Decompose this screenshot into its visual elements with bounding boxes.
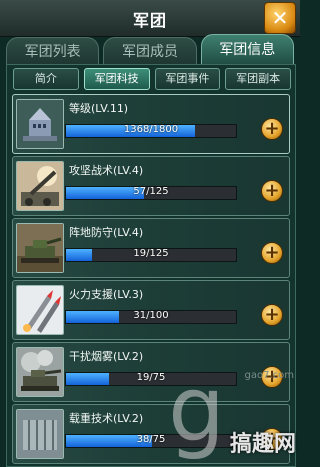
upgrade-plus-button[interactable]: + xyxy=(261,304,283,326)
missile-icon xyxy=(16,285,64,335)
watermark-glyph: g xyxy=(168,357,226,462)
tech-label: 攻坚战术(LV.4) xyxy=(69,164,144,177)
cargo-container-icon xyxy=(16,409,64,459)
tech-label: 载重技术(LV.2) xyxy=(69,412,144,425)
artillery-icon xyxy=(16,161,64,211)
sub-tabs: 简介 军团科技 军团事件 军团副本 xyxy=(13,68,291,90)
tech-label: 等级(LV.11) xyxy=(69,102,129,115)
tech-item-siege-tactics[interactable]: 攻坚战术(LV.4) 57/125 + xyxy=(12,156,290,216)
tab-legion-members[interactable]: 军团成员 xyxy=(103,37,197,66)
progress-bar: 1368/1800 xyxy=(65,124,237,138)
subtab-legion-tech[interactable]: 军团科技 xyxy=(83,68,150,90)
fortified-tank-icon xyxy=(16,223,64,273)
upgrade-plus-button[interactable]: + xyxy=(261,118,283,140)
tech-label: 干扰烟雾(LV.2) xyxy=(69,350,144,363)
tech-item-position-defense[interactable]: 阵地防守(LV.4) 19/125 + xyxy=(12,218,290,278)
progress-text: 1368/1800 xyxy=(123,124,179,135)
watermark-brand: 搞趣网 xyxy=(229,432,296,457)
legion-info-panel: 简介 军团科技 军团事件 军团副本 等级(LV.11) 1368/1800 + … xyxy=(6,64,296,467)
progress-text: 57/125 xyxy=(133,186,169,197)
subtab-intro[interactable]: 简介 xyxy=(13,68,79,90)
tab-legion-list[interactable]: 军团列表 xyxy=(6,37,100,66)
window-title: 军团 xyxy=(132,11,167,30)
headquarters-icon xyxy=(16,99,64,149)
close-icon: ✕ xyxy=(271,6,289,30)
main-tabs: 军团列表 军团成员 军团信息 xyxy=(6,34,294,66)
subtab-legion-events[interactable]: 军团事件 xyxy=(154,68,221,90)
close-button[interactable]: ✕ xyxy=(264,2,296,34)
progress-bar: 31/100 xyxy=(65,310,237,324)
progress-bar: 19/125 xyxy=(65,248,237,262)
tab-legion-info[interactable]: 军团信息 xyxy=(200,34,294,66)
tech-label: 火力支援(LV.3) xyxy=(69,288,144,301)
progress-bar: 57/125 xyxy=(65,186,237,200)
smoke-tank-icon xyxy=(16,347,64,397)
tech-item-fire-support[interactable]: 火力支援(LV.3) 31/100 + xyxy=(12,280,290,340)
tech-label: 阵地防守(LV.4) xyxy=(69,226,144,239)
progress-text: 31/100 xyxy=(133,310,169,321)
progress-text: 19/125 xyxy=(133,248,169,259)
title-bar: 军团 ✕ xyxy=(0,0,300,37)
watermark-site: gao7.com xyxy=(244,370,295,381)
upgrade-plus-button[interactable]: + xyxy=(261,242,283,264)
subtab-legion-dungeon[interactable]: 军团副本 xyxy=(225,68,291,90)
upgrade-plus-button[interactable]: + xyxy=(261,180,283,202)
tech-item-level[interactable]: 等级(LV.11) 1368/1800 + xyxy=(12,94,290,154)
